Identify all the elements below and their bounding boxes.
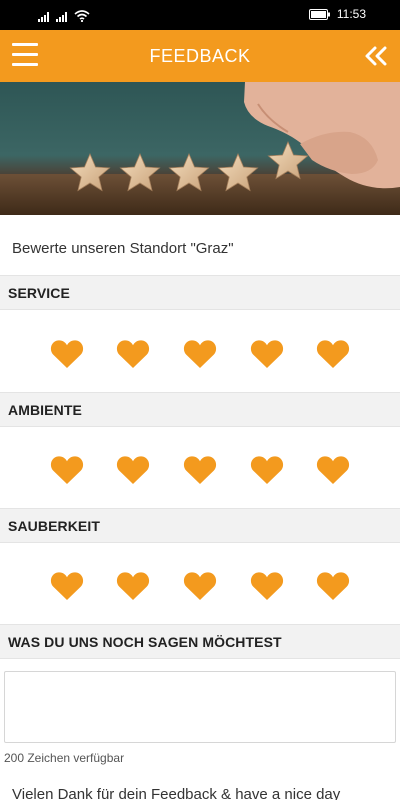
heart-icon[interactable] (50, 339, 84, 369)
hero-image (0, 82, 400, 215)
heart-icon[interactable] (250, 339, 284, 369)
comment-textarea[interactable] (4, 671, 396, 743)
heart-icon[interactable] (183, 571, 217, 601)
char-count: 200 Zeichen verfügbar (4, 751, 125, 765)
status-time: 11:53 (336, 7, 366, 21)
cell-signal-icon (38, 12, 49, 22)
section-title: SAUBERKEIT (8, 518, 101, 534)
heart-icon[interactable] (116, 571, 150, 601)
app-bar: FEEDBACK (0, 30, 400, 82)
double-chevron-left-icon[interactable] (364, 44, 388, 68)
rating-sauberkeit (0, 566, 400, 606)
section-header-ambiente: AMBIENTE (0, 392, 400, 427)
heart-icon[interactable] (116, 455, 150, 485)
status-bar: 11:53 (0, 0, 400, 30)
battery-icon (308, 8, 330, 20)
wifi-icon (74, 10, 90, 22)
heart-icon[interactable] (50, 455, 84, 485)
section-title: WAS DU UNS NOCH SAGEN MÖCHTEST (8, 634, 282, 650)
heart-icon[interactable] (183, 455, 217, 485)
section-header-service: SERVICE (0, 275, 400, 310)
heart-icon[interactable] (316, 571, 350, 601)
heart-icon[interactable] (50, 571, 84, 601)
rating-ambiente (0, 450, 400, 490)
section-header-sauberkeit: SAUBERKEIT (0, 508, 400, 543)
heart-icon[interactable] (183, 339, 217, 369)
heart-icon[interactable] (316, 455, 350, 485)
thanks-text: Vielen Dank für dein Feedback & have a n… (12, 786, 341, 800)
intro-text: Bewerte unseren Standort "Graz" (12, 240, 234, 257)
rating-service (0, 334, 400, 374)
hamburger-menu-icon[interactable] (12, 43, 38, 69)
heart-icon[interactable] (316, 339, 350, 369)
heart-icon[interactable] (250, 571, 284, 601)
section-title: SERVICE (8, 285, 70, 301)
page-title: FEEDBACK (149, 46, 251, 66)
status-icons-left (38, 8, 90, 22)
status-icons-right: 11:53 (308, 7, 366, 21)
stars-photo (0, 82, 400, 215)
section-title: AMBIENTE (8, 402, 82, 418)
heart-icon[interactable] (250, 455, 284, 485)
cell-signal-2-icon (56, 12, 67, 22)
heart-icon[interactable] (116, 339, 150, 369)
section-header-comment: WAS DU UNS NOCH SAGEN MÖCHTEST (0, 624, 400, 659)
